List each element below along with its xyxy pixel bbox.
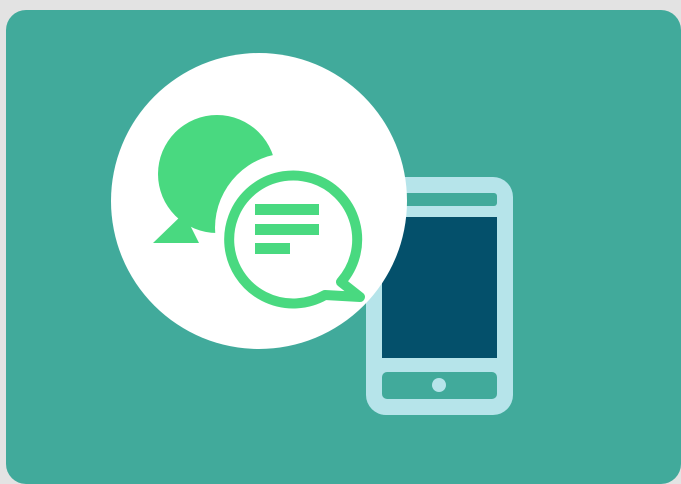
chat-phone-illustration — [111, 53, 513, 415]
message-line-1 — [255, 204, 319, 215]
home-button-icon — [432, 378, 446, 392]
message-line-2 — [255, 224, 319, 235]
message-line-3 — [255, 243, 290, 254]
message-bubble-icon — [215, 153, 366, 309]
